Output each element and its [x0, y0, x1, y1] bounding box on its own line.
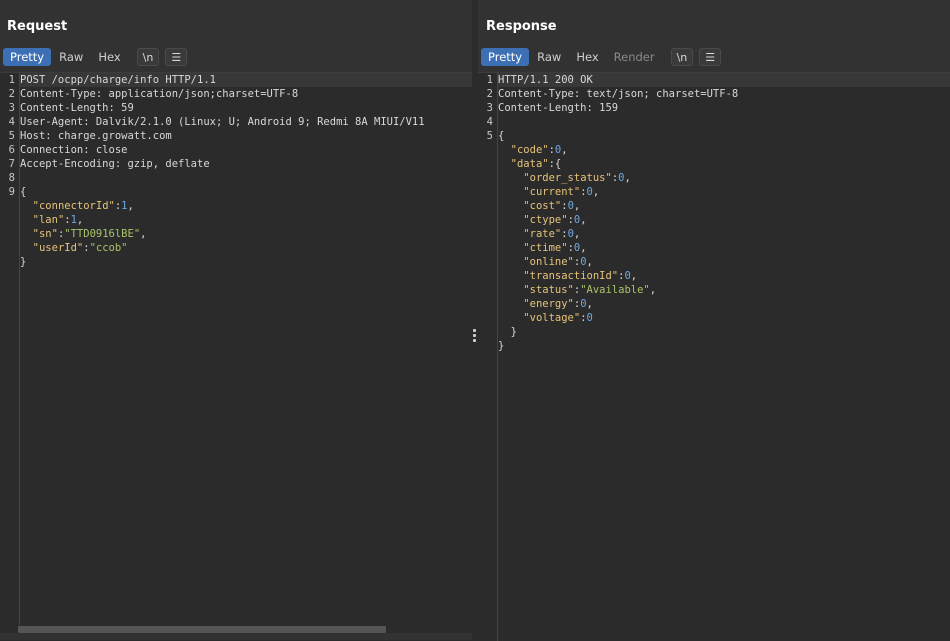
scrollbar-thumb[interactable] — [18, 626, 386, 633]
line-number: 3 — [486, 102, 493, 114]
request-editor[interactable]: 1 2 3 4 5 6 7 8 9 POST /ocpp/charge/info… — [0, 72, 472, 633]
code-line: "ctime":0, — [523, 242, 587, 254]
code-line: "data":{ — [510, 158, 562, 170]
response-menu-button[interactable]: ☰ — [699, 48, 722, 66]
code-line: Accept-Encoding: gzip, deflate — [20, 158, 210, 170]
line-number: 1 — [8, 74, 15, 86]
code-line: "connectorId":1, — [32, 200, 134, 212]
request-tab-hex[interactable]: Hex — [91, 48, 127, 66]
code-line: Content-Length: 59 — [20, 102, 134, 114]
code-line: "voltage":0 — [523, 312, 593, 324]
line-number: 2 — [8, 88, 15, 100]
line-number: 6 — [8, 144, 15, 156]
request-tab-pretty[interactable]: Pretty — [3, 48, 52, 66]
code-line: "order_status":0, — [523, 172, 631, 184]
response-toolbar: Pretty Raw Hex Render \n ☰ — [481, 47, 727, 67]
request-horizontal-scrollbar[interactable] — [0, 625, 472, 633]
request-menu-button[interactable]: ☰ — [165, 48, 188, 66]
code-line: } — [498, 326, 517, 338]
response-title: Response — [486, 19, 557, 34]
line-number: 7 — [8, 158, 15, 170]
code-line: "online":0, — [523, 256, 593, 268]
request-title: Request — [7, 19, 68, 34]
hamburger-icon: ☰ — [171, 51, 182, 64]
code-line: HTTP/1.1 200 OK — [498, 73, 950, 87]
code-line: "cost":0, — [523, 200, 581, 212]
line-number: 8 — [8, 172, 15, 184]
line-number: 1 — [486, 74, 493, 86]
divider-grip-dot — [473, 329, 476, 332]
code-line: } — [20, 256, 27, 268]
response-gutter: 1 2 3 4 5 — [478, 73, 498, 641]
code-line: Content-Length: 159 — [498, 102, 619, 114]
request-tab-raw[interactable]: Raw — [52, 48, 90, 66]
code-line: } — [498, 340, 505, 352]
code-line: "lan":1, — [32, 214, 84, 226]
divider-grip-dot — [473, 334, 476, 337]
response-editor[interactable]: 1 2 3 4 5 HTTP/1.1 200 OK Content-Type: … — [478, 72, 950, 641]
code-line: "current":0, — [523, 186, 600, 198]
code-line: "sn":"TTD0916lBE", — [32, 228, 147, 240]
line-number: 4 — [8, 116, 15, 128]
request-toolbar: Pretty Raw Hex \n ☰ — [3, 47, 193, 67]
code-line: { — [498, 130, 505, 142]
request-code: POST /ocpp/charge/info HTTP/1.1 Content-… — [20, 73, 472, 269]
divider-grip-dot — [473, 339, 476, 342]
code-line: POST /ocpp/charge/info HTTP/1.1 — [20, 73, 472, 87]
line-number: 2 — [486, 88, 493, 100]
code-line: { — [20, 186, 27, 198]
code-line: "ctype":0, — [523, 214, 587, 226]
response-tab-raw[interactable]: Raw — [530, 48, 568, 66]
code-line: User-Agent: Dalvik/2.1.0 (Linux; U; Andr… — [20, 116, 425, 128]
code-line: "transactionId":0, — [523, 270, 638, 282]
code-line: "code":0, — [510, 144, 568, 156]
code-line: Connection: close — [20, 144, 128, 156]
response-newline-toggle[interactable]: \n — [670, 48, 694, 66]
code-line: "energy":0, — [523, 298, 593, 310]
code-line: Content-Type: application/json;charset=U… — [20, 88, 299, 100]
response-tab-render[interactable]: Render — [607, 48, 662, 66]
code-line: Content-Type: text/json; charset=UTF-8 — [498, 88, 739, 100]
hamburger-icon: ☰ — [705, 51, 716, 64]
line-number: 4 — [486, 116, 493, 128]
request-newline-toggle[interactable]: \n — [136, 48, 160, 66]
response-code: HTTP/1.1 200 OK Content-Type: text/json;… — [498, 73, 950, 353]
response-pane: Response Pretty Raw Hex Render \n ☰ 1 2 … — [478, 0, 950, 641]
response-tab-hex[interactable]: Hex — [569, 48, 605, 66]
response-tab-pretty[interactable]: Pretty — [481, 48, 530, 66]
request-pane: Request Pretty Raw Hex \n ☰ 1 2 3 4 5 6 … — [0, 0, 472, 640]
line-number: 3 — [8, 102, 15, 114]
line-number: 5 — [486, 130, 493, 142]
code-line: "rate":0, — [523, 228, 581, 240]
line-number: 9 — [8, 186, 15, 198]
request-gutter: 1 2 3 4 5 6 7 8 9 — [0, 73, 20, 633]
code-line: "userId":"ccob" — [32, 242, 128, 254]
code-line: "status":"Available", — [523, 284, 657, 296]
line-number: 5 — [8, 130, 15, 142]
code-line: Host: charge.growatt.com — [20, 130, 172, 142]
